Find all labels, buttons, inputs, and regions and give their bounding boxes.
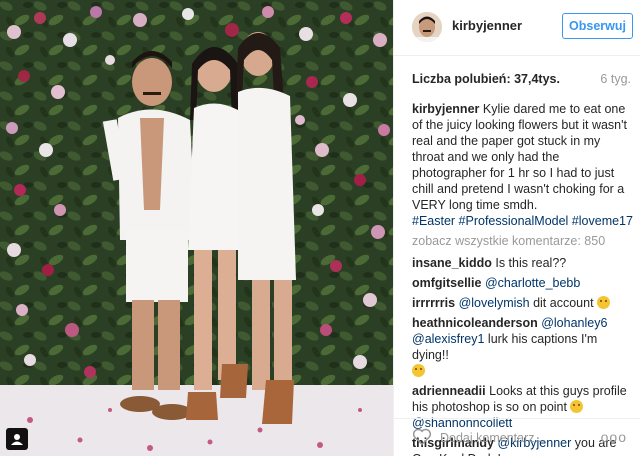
list-item: insane_kiddo Is this real??	[412, 255, 634, 271]
comments-list: kirbyjenner Kylie dared me to eat one of…	[412, 101, 634, 456]
user-tag-icon[interactable]	[6, 428, 28, 450]
comment-text: dit account	[529, 296, 594, 310]
caption-hashtags[interactable]: #Easter #ProfessionalModel #loveme17	[412, 213, 634, 229]
laughing-emoji-icon	[570, 400, 584, 413]
follow-button[interactable]: Obserwuj	[562, 13, 633, 39]
photo-image	[0, 0, 393, 456]
more-options-button[interactable]: ooo	[601, 429, 627, 445]
laughing-emoji-icon	[597, 296, 611, 309]
avatar[interactable]	[412, 12, 442, 42]
list-item: irrrrrris @lovelymish dit account	[412, 295, 634, 311]
comment-username[interactable]: insane_kiddo	[412, 256, 492, 270]
post-details-panel: kirbyjenner Obserwuj Liczba polubień: 37…	[393, 0, 640, 456]
heart-icon[interactable]	[412, 428, 432, 446]
comment-mention[interactable]: @lovelymish	[455, 296, 530, 310]
post-photo[interactable]	[0, 0, 393, 456]
comment-username[interactable]: irrrrrris	[412, 296, 455, 310]
post-author-username[interactable]: kirbyjenner	[452, 18, 522, 33]
caption: kirbyjenner Kylie dared me to eat one of…	[412, 101, 634, 229]
post-age[interactable]: 6 tyg.	[600, 72, 631, 86]
caption-username[interactable]: kirbyjenner	[412, 102, 479, 116]
comment-username[interactable]: adrienneadii	[412, 384, 486, 398]
comment-username[interactable]: heathnicoleanderson	[412, 316, 538, 330]
laughing-emoji-icon	[412, 364, 425, 377]
view-all-comments-link[interactable]: zobacz wszystkie komentarze: 850	[412, 233, 634, 249]
likes-count[interactable]: Liczba polubień: 37,4tys.	[412, 72, 560, 86]
comment-text: Is this real??	[491, 256, 567, 270]
post-footer: Dodaj komentarz... ooo	[394, 418, 640, 456]
comment-mention-2[interactable]: @alexisfrey1	[412, 332, 484, 346]
post-header: kirbyjenner Obserwuj	[394, 0, 640, 56]
comment-mention[interactable]: @charlotte_bebb	[481, 276, 580, 290]
list-item: heathnicoleanderson @lohanley6 @alexisfr…	[412, 315, 634, 379]
comment-mention[interactable]: @lohanley6	[538, 316, 607, 330]
comment-username[interactable]: omfgitsellie	[412, 276, 481, 290]
likes-row: Liczba polubień: 37,4tys. 6 tyg.	[412, 72, 631, 86]
caption-text: Kylie dared me to eat one of the juicy l…	[412, 102, 627, 212]
add-comment-input[interactable]: Dodaj komentarz...	[440, 431, 545, 445]
list-item: omfgitsellie @charlotte_bebb	[412, 275, 634, 291]
